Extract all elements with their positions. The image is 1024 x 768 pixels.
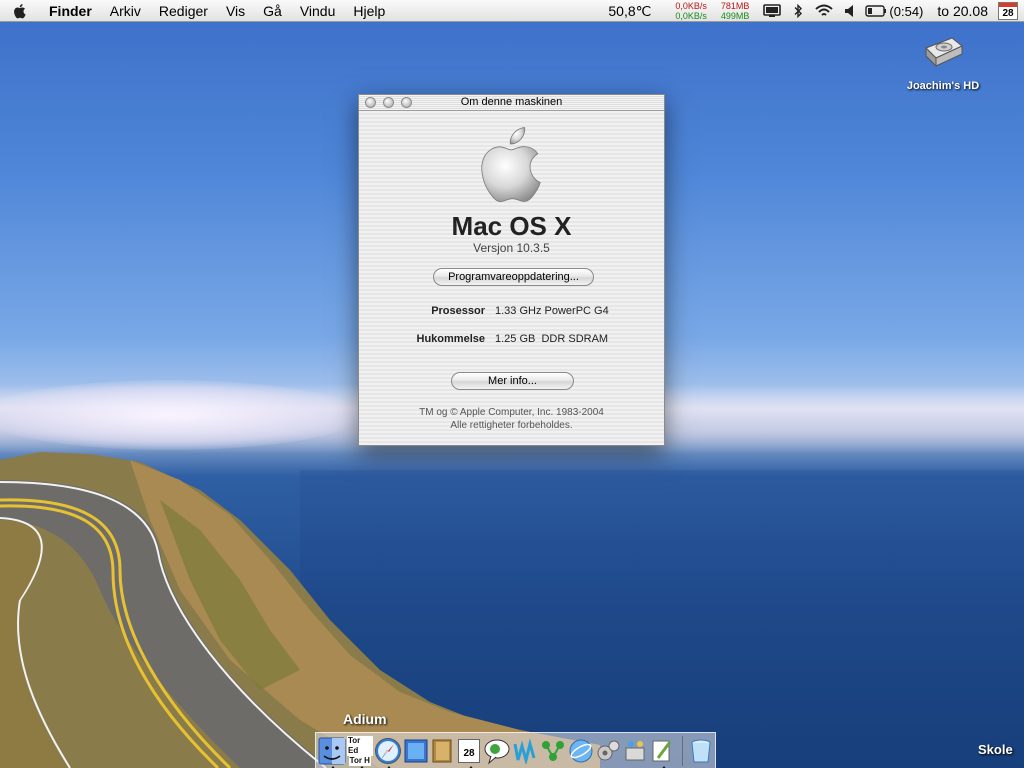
dock-contact-1: Tor Ed — [347, 735, 373, 756]
hard-disk-label: Joachim's HD — [906, 80, 980, 92]
battery-icon[interactable] — [863, 0, 889, 22]
menu-arkiv[interactable]: Arkiv — [101, 0, 150, 22]
menu-ga[interactable]: Gå — [254, 0, 291, 22]
window-titlebar[interactable]: Om denne maskinen — [359, 95, 664, 111]
menu-vis[interactable]: Vis — [217, 0, 254, 22]
memory-label: Hukommelse — [416, 333, 485, 345]
coastal-road-cliff — [0, 440, 600, 768]
dock-finder-icon[interactable] — [318, 736, 346, 768]
os-name: Mac OS X — [451, 211, 572, 241]
dock-separator — [681, 735, 683, 766]
apple-logo-icon — [478, 123, 548, 207]
mem-free: 499MB — [720, 11, 750, 21]
apple-menu-icon[interactable] — [0, 0, 40, 22]
copyright-line-1: TM og © Apple Computer, Inc. 1983-2004 — [419, 407, 604, 418]
dock-adium-icon[interactable] — [483, 736, 511, 766]
net-up: 0,0KB/s — [675, 1, 707, 11]
dock-hover-label: Adium — [343, 711, 387, 727]
menu-finder[interactable]: Finder — [40, 0, 101, 22]
hard-disk-icon[interactable] — [922, 36, 964, 70]
menu-clock[interactable]: to 20.08 — [937, 3, 988, 19]
memory-value: 1.25 GB DDR SDRAM — [495, 333, 609, 345]
calendar-icon[interactable]: 28 — [998, 2, 1018, 20]
dock-gears-icon[interactable] — [595, 736, 621, 766]
dock-address-book-icon[interactable]: Tor Ed Tor H — [347, 735, 373, 768]
display-icon[interactable] — [759, 0, 785, 22]
menu-vindu[interactable]: Vindu — [291, 0, 345, 22]
window-title: Om denne maskinen — [460, 96, 563, 108]
menu-extras: 50,8℃ 0,0KB/s 0,0KB/s 781MB 499MB (0:54)… — [608, 0, 1024, 22]
net-down: 0,0KB/s — [675, 11, 707, 21]
dock-preview-icon[interactable] — [403, 736, 429, 766]
dock-trash-icon[interactable] — [688, 736, 714, 766]
copyright-line-2: Alle rettigheter forbeholdes. — [450, 420, 573, 431]
menu-bar: Finder Arkiv Rediger Vis Gå Vindu Hjelp … — [0, 0, 1024, 22]
ical-face: 28 — [458, 738, 481, 763]
volume-icon[interactable] — [837, 0, 863, 22]
menu-hjelp[interactable]: Hjelp — [344, 0, 394, 22]
os-version: Versjon 10.3.5 — [473, 241, 550, 255]
memory-meter[interactable]: 781MB 499MB — [721, 1, 750, 21]
dock-server-icon[interactable] — [622, 736, 648, 766]
dock-notebook-icon[interactable] — [430, 736, 456, 766]
processor-value: 1.33 GHz PowerPC G4 — [495, 305, 609, 317]
temperature-readout[interactable]: 50,8℃ — [608, 3, 651, 20]
dock-contact-2: Tor H — [348, 755, 371, 766]
more-info-button[interactable]: Mer info... — [451, 372, 574, 390]
corner-label: Skole — [978, 742, 1013, 757]
software-update-button[interactable]: Programvareoppdatering... — [433, 268, 594, 286]
wifi-icon[interactable] — [811, 0, 837, 22]
dock: Tor Ed Tor H 28 — [315, 732, 716, 768]
mem-used: 781MB — [720, 1, 750, 11]
copyright-text: TM og © Apple Computer, Inc. 1983-2004 A… — [359, 406, 664, 432]
about-this-mac-window: Om denne maskinen Mac OS X Versjon 10.3.… — [358, 94, 665, 446]
bluetooth-icon[interactable] — [785, 0, 811, 22]
dock-globe-icon[interactable] — [568, 736, 594, 766]
dock-music-icon[interactable] — [512, 736, 538, 766]
menu-rediger[interactable]: Rediger — [150, 0, 217, 22]
dock-network-icon[interactable] — [539, 736, 567, 766]
dock-script-editor-icon[interactable] — [649, 736, 675, 768]
network-meter[interactable]: 0,0KB/s 0,0KB/s — [675, 1, 707, 21]
dock-ical-icon[interactable]: 28 — [456, 736, 482, 768]
battery-time[interactable]: (0:54) — [889, 4, 923, 19]
processor-label: Prosessor — [431, 305, 485, 317]
hard-disk[interactable]: Joachim's HD — [898, 36, 988, 92]
dock-safari-icon[interactable] — [374, 736, 402, 768]
